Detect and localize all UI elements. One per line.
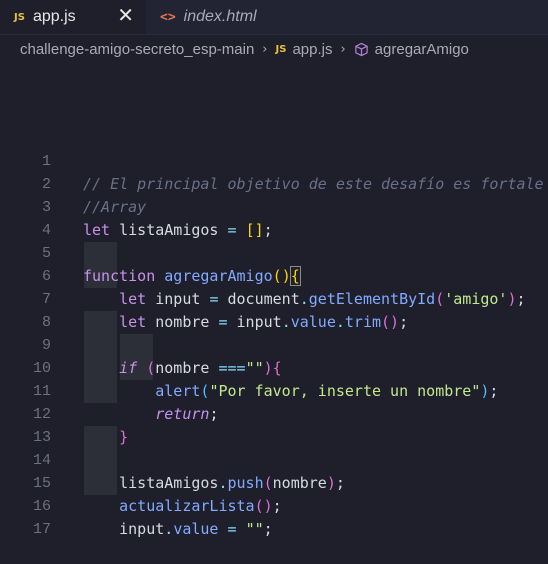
breadcrumb: challenge-amigo-secreto_esp-main › JS ap…: [0, 35, 548, 63]
line-number: 17: [32, 521, 51, 538]
code-line: 14 listaAmigos.push(nombre);: [0, 426, 548, 492]
method-cube-icon: [354, 42, 368, 56]
javascript-file-icon: JS: [275, 43, 287, 55]
chevron-right-icon: ›: [340, 41, 346, 57]
code-line: 17: [0, 495, 548, 538]
code-line: 3 let listaAmigos = [];: [0, 173, 548, 239]
breadcrumb-folder[interactable]: challenge-amigo-secreto_esp-main: [20, 41, 254, 58]
code-line: 1 // El principal objetivo de este desaf…: [0, 127, 548, 193]
code-line: 15 actualizarLista();: [0, 449, 548, 515]
tab-bar: JS app.js ✕ <> index.html: [0, 0, 548, 35]
code-line: 5 function agregarAmigo(){: [0, 219, 548, 286]
code-line: 12 }: [0, 380, 548, 446]
chevron-right-icon: ›: [262, 41, 268, 57]
code-line: 11 return;: [0, 357, 548, 423]
code-line: 10 alert("Por favor, inserte un nombre")…: [0, 334, 548, 400]
code-line: 6 let input = document.getElementById('a…: [0, 242, 548, 308]
tab-label: index.html: [183, 8, 257, 25]
code-line: 16 input.value = "";: [0, 472, 548, 538]
code-line: 7 let nombre = input.value.trim();: [0, 265, 548, 331]
code-line: 13: [0, 403, 548, 446]
code-line: 9 if (nombre ===""){: [0, 311, 548, 377]
code-line: 2 //Array: [0, 150, 548, 216]
tab-app-js[interactable]: JS app.js ✕: [0, 0, 146, 34]
code-line: 4: [0, 196, 548, 239]
code-line: 8: [0, 288, 548, 331]
breadcrumb-symbol[interactable]: agregarAmigo: [375, 41, 469, 58]
html-file-icon: <>: [160, 9, 176, 25]
javascript-file-icon: JS: [14, 11, 25, 23]
close-icon[interactable]: ✕: [117, 6, 134, 26]
tab-label: app.js: [32, 8, 76, 25]
tab-index-html[interactable]: <> index.html: [146, 0, 298, 34]
breadcrumb-file[interactable]: app.js: [292, 41, 332, 58]
